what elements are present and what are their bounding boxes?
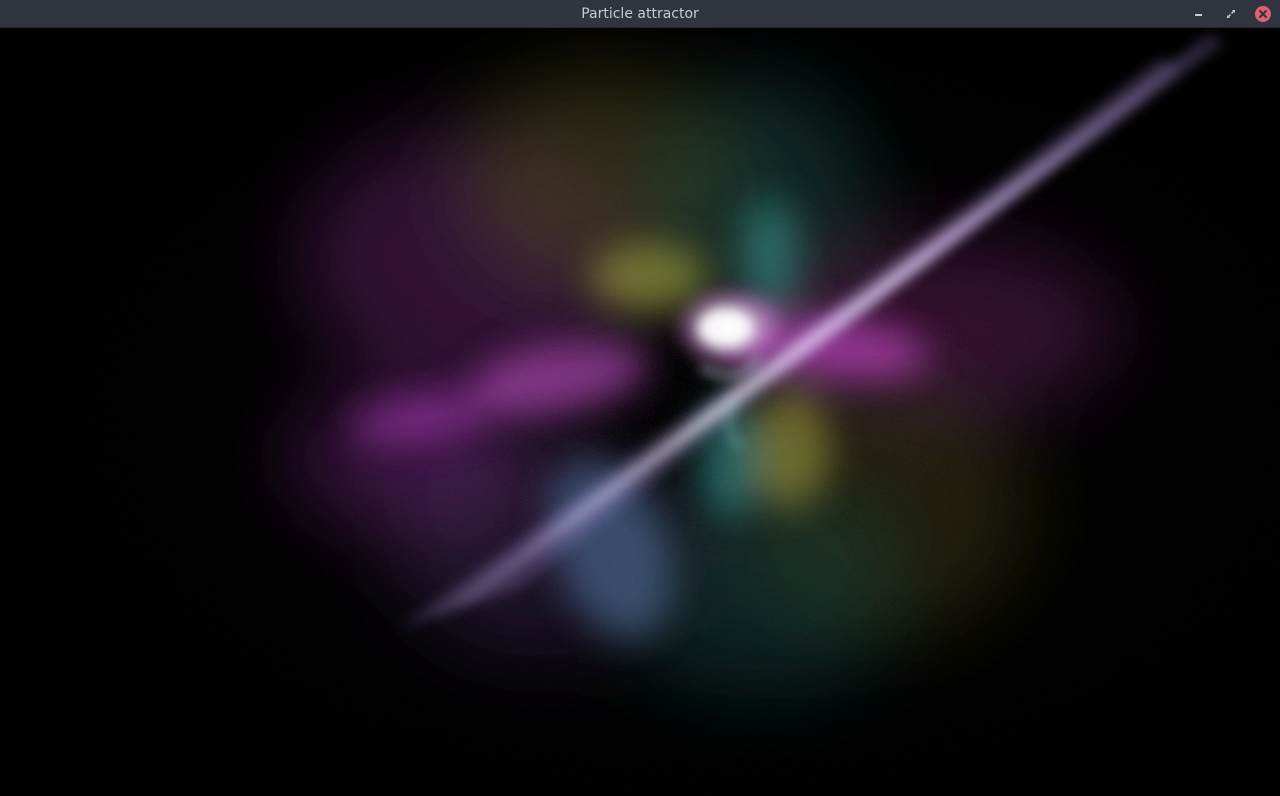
minimize-button[interactable] — [1190, 5, 1208, 23]
close-button[interactable] — [1254, 5, 1272, 23]
window-title: Particle attractor — [581, 6, 699, 22]
maximize-button[interactable] — [1222, 5, 1240, 23]
close-icon — [1255, 6, 1271, 22]
window-controls — [1176, 5, 1272, 23]
app-window: Particle attractor — [0, 0, 1280, 796]
maximize-icon — [1227, 10, 1235, 18]
particle-render — [0, 28, 1280, 796]
attractor-canvas[interactable] — [0, 28, 1280, 796]
title-bar[interactable]: Particle attractor — [0, 0, 1280, 28]
minimize-icon — [1195, 14, 1202, 16]
